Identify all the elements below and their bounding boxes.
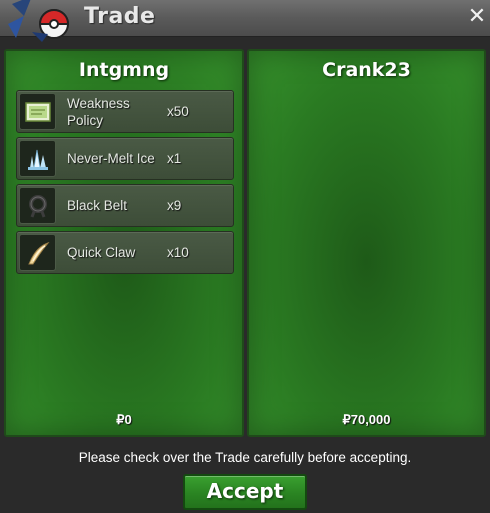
item-name: Weakness Policy — [67, 95, 130, 128]
right-trader-name: Crank23 — [322, 59, 411, 81]
list-item[interactable]: Never-Melt Ice x1 — [16, 137, 234, 180]
item-quantity: x1 — [167, 151, 182, 166]
left-trader-name: Intgmng — [78, 59, 170, 81]
left-item-list: Weakness Policy x50 Never-Melt Ice x1 Bl… — [16, 90, 234, 278]
accept-button[interactable]: Accept — [183, 474, 307, 510]
item-name: Quick Claw — [67, 245, 136, 260]
list-item[interactable]: Quick Claw x10 — [16, 231, 234, 274]
item-quantity: x10 — [167, 245, 189, 260]
quick-claw-icon — [19, 234, 56, 271]
never-melt-ice-icon — [19, 140, 56, 177]
item-quantity: x9 — [167, 198, 182, 213]
list-item[interactable]: Weakness Policy x50 — [16, 90, 234, 133]
black-belt-icon — [19, 187, 56, 224]
left-money-offer: ₽0 — [116, 412, 132, 427]
pokeball-logo-icon — [8, 0, 70, 42]
window-title: Trade — [84, 4, 156, 29]
title-bar[interactable]: Trade ✕ — [0, 0, 490, 42]
close-button[interactable]: ✕ — [466, 5, 488, 29]
item-quantity: x50 — [167, 104, 189, 119]
confirmation-message: Please check over the Trade carefully be… — [78, 450, 412, 465]
weakness-policy-icon — [19, 93, 56, 130]
right-trader-panel: Crank23 ₽70,000 — [247, 49, 486, 437]
list-item[interactable]: Black Belt x9 — [16, 184, 234, 227]
item-name: Black Belt — [67, 198, 128, 213]
trade-window: Trade ✕ Intgmng Weakness Policy x50 Neve… — [0, 0, 490, 513]
item-name: Never-Melt Ice — [67, 151, 155, 166]
left-trader-panel: Intgmng Weakness Policy x50 Never-Melt I… — [4, 49, 244, 437]
right-money-offer: ₽70,000 — [342, 412, 391, 427]
